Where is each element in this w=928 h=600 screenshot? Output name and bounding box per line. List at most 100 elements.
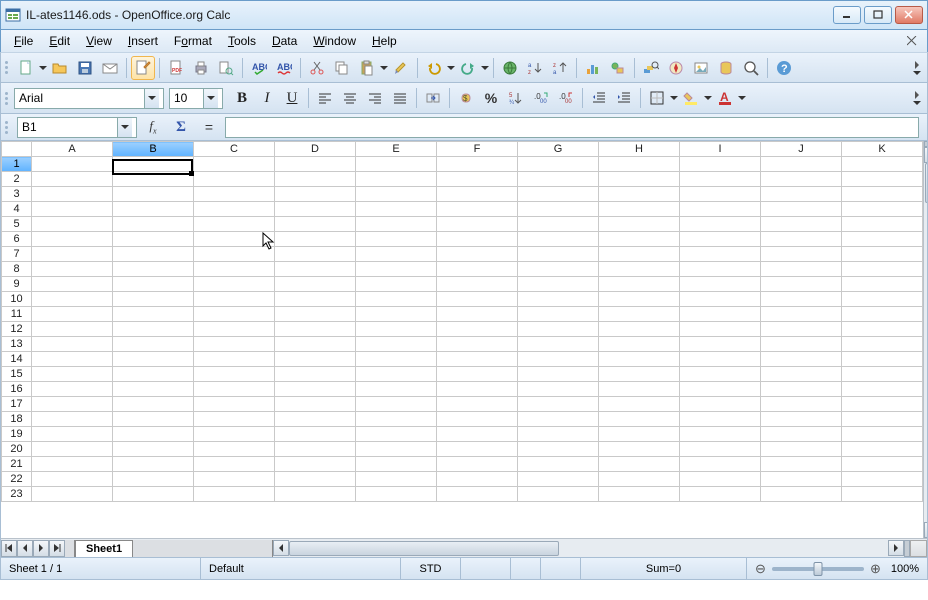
cell[interactable] (356, 157, 437, 172)
cell[interactable] (32, 277, 113, 292)
align-left-button[interactable] (313, 86, 337, 110)
menu-data[interactable]: Data (265, 32, 304, 50)
cell[interactable] (518, 412, 599, 427)
cell[interactable] (599, 367, 680, 382)
cell[interactable] (32, 262, 113, 277)
cell[interactable] (275, 172, 356, 187)
merge-cells-button[interactable] (421, 86, 445, 110)
cell[interactable] (356, 412, 437, 427)
align-center-button[interactable] (338, 86, 362, 110)
scroll-thumb[interactable] (925, 163, 928, 203)
cell[interactable] (275, 307, 356, 322)
row-header[interactable]: 23 (2, 487, 32, 502)
cell[interactable] (518, 487, 599, 502)
cell[interactable] (437, 292, 518, 307)
cell[interactable] (842, 262, 923, 277)
font-name-combo[interactable]: Arial (14, 88, 164, 109)
cell[interactable] (356, 277, 437, 292)
column-header[interactable]: D (275, 142, 356, 157)
row-header[interactable]: 5 (2, 217, 32, 232)
row-header[interactable]: 7 (2, 247, 32, 262)
cell[interactable] (842, 367, 923, 382)
cell[interactable] (437, 217, 518, 232)
cell[interactable] (761, 172, 842, 187)
column-header[interactable]: F (437, 142, 518, 157)
cell[interactable] (194, 277, 275, 292)
zoom-out-icon[interactable]: ⊖ (755, 561, 766, 577)
scroll-left-button[interactable] (273, 540, 289, 556)
cell[interactable] (113, 382, 194, 397)
cell[interactable] (113, 367, 194, 382)
cell[interactable] (842, 487, 923, 502)
cell[interactable] (680, 277, 761, 292)
close-button[interactable] (895, 6, 923, 24)
cell[interactable] (761, 187, 842, 202)
cell[interactable] (194, 202, 275, 217)
cell[interactable] (32, 337, 113, 352)
menu-file[interactable]: File (7, 32, 40, 50)
sort-asc-button[interactable]: az (523, 56, 547, 80)
scroll-down-button[interactable] (924, 522, 927, 538)
cell[interactable] (518, 382, 599, 397)
cell[interactable] (275, 322, 356, 337)
cell[interactable] (518, 172, 599, 187)
cell[interactable] (113, 322, 194, 337)
status-selection-mode[interactable] (461, 558, 511, 579)
cell[interactable] (518, 187, 599, 202)
cell[interactable] (599, 172, 680, 187)
cell[interactable] (194, 472, 275, 487)
font-size-combo[interactable]: 10 (169, 88, 223, 109)
cell[interactable] (518, 337, 599, 352)
datasources-button[interactable] (714, 56, 738, 80)
cell[interactable] (356, 337, 437, 352)
cell[interactable] (437, 367, 518, 382)
cell[interactable] (113, 277, 194, 292)
cell[interactable] (761, 262, 842, 277)
cell[interactable] (275, 397, 356, 412)
cell[interactable] (356, 292, 437, 307)
copy-button[interactable] (330, 56, 354, 80)
cell[interactable] (599, 292, 680, 307)
row-header[interactable]: 10 (2, 292, 32, 307)
cell[interactable] (761, 277, 842, 292)
cell[interactable] (437, 307, 518, 322)
cell[interactable] (599, 472, 680, 487)
cell[interactable] (437, 397, 518, 412)
cell[interactable] (437, 202, 518, 217)
cell[interactable] (680, 397, 761, 412)
cell[interactable] (32, 247, 113, 262)
cell[interactable] (194, 307, 275, 322)
cell[interactable] (680, 487, 761, 502)
cell[interactable] (32, 427, 113, 442)
cell[interactable] (356, 322, 437, 337)
menu-format[interactable]: Format (167, 32, 219, 50)
cell[interactable] (113, 247, 194, 262)
cell[interactable] (680, 292, 761, 307)
cell[interactable] (356, 397, 437, 412)
zoom-button[interactable] (739, 56, 763, 80)
row-header[interactable]: 20 (2, 442, 32, 457)
borders-button[interactable] (645, 86, 669, 110)
cell[interactable] (275, 262, 356, 277)
cell[interactable] (113, 427, 194, 442)
cell[interactable] (518, 322, 599, 337)
toolbar-handle[interactable] (5, 57, 10, 79)
status-sum[interactable]: Sum=0 (581, 558, 747, 579)
cell[interactable] (32, 382, 113, 397)
cell[interactable] (761, 397, 842, 412)
cell[interactable] (437, 427, 518, 442)
remove-decimal-button[interactable]: .000 (554, 86, 578, 110)
chart-button[interactable] (581, 56, 605, 80)
cell[interactable] (761, 202, 842, 217)
sum-button[interactable]: Σ (169, 115, 193, 139)
cell[interactable] (356, 187, 437, 202)
cell[interactable] (275, 277, 356, 292)
cell[interactable] (437, 352, 518, 367)
cell[interactable] (356, 352, 437, 367)
cell[interactable] (599, 232, 680, 247)
new-doc-dropdown[interactable] (38, 56, 47, 80)
cell[interactable] (437, 457, 518, 472)
email-button[interactable] (98, 56, 122, 80)
cell[interactable] (194, 442, 275, 457)
cell[interactable] (356, 382, 437, 397)
